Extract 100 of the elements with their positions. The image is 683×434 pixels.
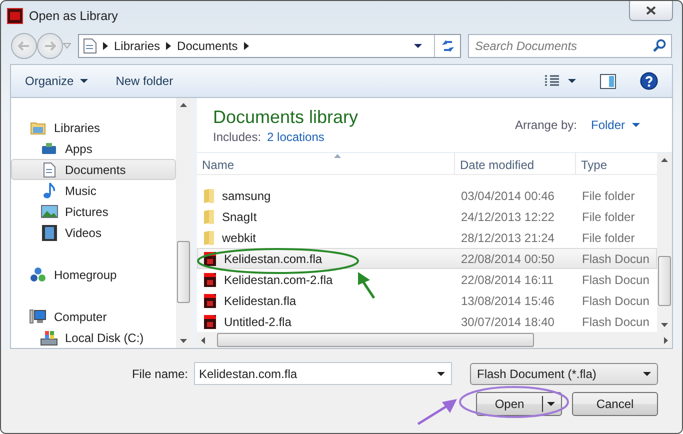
file-row[interactable]: Kelidestan.fla 13/08/2014 15:46 Flash Docun [197,290,657,311]
flash-file-icon [203,272,217,288]
scroll-thumb[interactable] [217,333,534,347]
file-name-label: File name: [132,366,188,380]
file-type-dropdown[interactable]: Flash Document (*.fla) [470,362,658,384]
drive-icon [40,330,58,346]
file-name: Untitled-2.fla [224,314,292,328]
arrange-by-label: Arrange by: [514,118,577,132]
scroll-up-icon [180,103,187,107]
folder-icon [203,188,215,204]
forward-button[interactable] [37,33,63,59]
folder-icon [203,208,215,224]
breadcrumb-arrow-icon [244,42,249,50]
nav-item[interactable]: Videos [11,222,176,243]
arrange-by-dropdown[interactable]: Folder [590,118,640,132]
sort-arrow-icon [334,154,341,158]
scroll-up-icon [661,158,668,162]
type-cell-text: File folder [581,210,636,224]
nav-item[interactable]: Homegroup [11,264,176,285]
date-cell-text: 24/12/2013 12:22 [460,210,556,224]
cancel-button[interactable]: Cancel [572,392,658,416]
back-button[interactable] [11,33,37,59]
nav-item[interactable]: Local Disk (C:) [11,327,176,348]
flash-file-icon [203,314,217,330]
open-button[interactable]: Open [476,392,562,416]
breadcrumb-item[interactable]: Documents [177,39,238,53]
pointer-arrow [358,272,376,299]
scroll-thumb[interactable] [658,256,671,306]
file-row[interactable]: SnagIt 24/12/2013 12:22 File folder [197,206,657,227]
flash-file-icon [203,292,217,308]
nav-item[interactable]: Libraries [11,117,176,138]
type-cell-text: Flash Docun [581,314,650,328]
picture-icon [40,205,58,218]
back-arrow-icon [18,41,30,51]
breadcrumb-arrow-icon [166,42,172,50]
file-row[interactable]: samsung 03/04/2014 00:46 File folder [197,185,657,206]
nav-item[interactable]: Documents [11,159,176,180]
film-strip-icon [42,224,56,240]
nav-item[interactable]: Apps [11,138,176,159]
history-caret-icon [63,43,71,49]
close-icon [646,6,656,15]
scroll-down-icon [180,339,187,343]
library-title: Documents library [213,106,360,128]
type-cell-text: File folder [581,230,636,244]
nav-item[interactable]: Music [11,180,176,201]
date-cell-text: 30/07/2014 18:40 [460,314,556,328]
folder-icon [203,230,215,246]
file-name-field[interactable]: Kelidestan.com.fla [194,362,452,385]
dropdown-caret-icon [437,372,445,376]
scroll-left-icon [201,336,205,344]
column-header[interactable]: Type [576,153,657,174]
dropdown-caret-icon [568,79,576,83]
preview-pane-icon [600,74,616,88]
scroll-thumb[interactable] [177,241,190,303]
dropdown-caret-icon [547,402,555,406]
file-name: samsung [222,188,271,202]
nav-item[interactable]: Computer [11,306,176,327]
breadcrumb-arrow-icon [103,42,108,50]
date-cell-text: 22/08/2014 00:50 [460,252,556,266]
homegroup-icon [30,266,46,282]
address-bar[interactable]: Libraries Documents [78,34,461,58]
scroll-down-icon [661,323,668,327]
document-icon [83,38,97,54]
file-name: Kelidestan.com-2.fla [224,272,333,286]
date-cell-text: 03/04/2014 00:46 [460,188,556,202]
dropdown-caret-icon [414,44,422,48]
scrollbar[interactable] [657,153,672,332]
close-button[interactable] [629,1,673,21]
type-cell-text: File folder [581,188,636,202]
scrollbar[interactable] [176,98,191,348]
file-name: webkit [222,230,256,244]
date-cell-text: 22/08/2014 16:11 [460,272,555,286]
file-row[interactable]: Kelidestan.com-2.fla 22/08/2014 16:11 Flash Docun [197,269,657,290]
file-row[interactable]: webkit 28/12/2013 21:24 File folder [197,227,657,248]
new-folder-button[interactable]: New folder [108,71,182,91]
window-title: Open as Library [29,9,118,23]
list-view-icon [544,75,560,87]
nav-item[interactable]: Pictures [11,201,176,222]
search-field[interactable]: Search Documents [468,34,672,58]
breadcrumb-item[interactable]: Libraries [114,39,160,53]
file-row[interactable]: Untitled-2.fla 30/07/2014 18:40 Flash Docun [197,311,657,332]
pointer-arrow [417,399,457,426]
file-name: Kelidestan.com.fla [224,252,322,266]
computer-icon [29,308,47,324]
dropdown-caret-icon [80,79,88,83]
file-name: SnagIt [222,210,257,224]
refresh-icon [440,39,456,53]
library-folder-icon [30,120,46,134]
type-cell-text: Flash Docun [581,294,650,308]
search-icon [653,39,666,52]
horizontal-scrollbar[interactable] [197,332,672,348]
dropdown-caret-icon [643,372,651,376]
locations-link[interactable]: 2 locations [267,130,324,144]
column-header[interactable]: Date modified [455,153,576,174]
file-row[interactable]: Kelidestan.com.fla 22/08/2014 00:50 Flash Docun [197,248,657,269]
dropdown-caret-icon [632,123,640,127]
forward-arrow-icon [44,41,56,51]
music-note-icon [42,182,56,199]
date-cell-text: 13/08/2014 15:46 [460,294,556,308]
organize-button[interactable]: Organize [17,71,96,91]
